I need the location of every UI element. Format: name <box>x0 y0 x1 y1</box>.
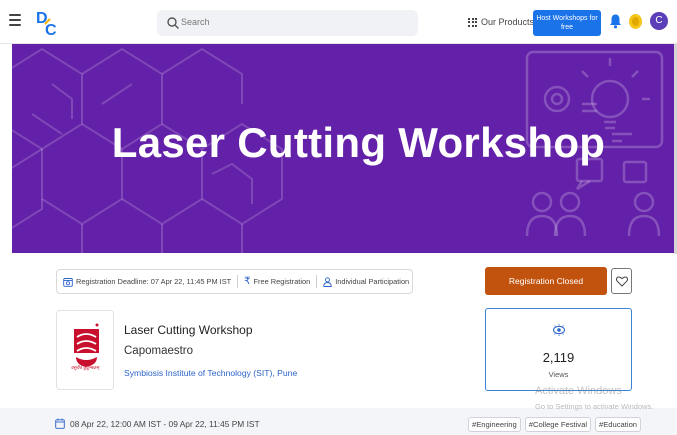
person-icon <box>323 276 332 287</box>
organizer-logo: वसुधैव कुटुम्बकम् <box>56 310 114 390</box>
event-title: Laser Cutting Workshop <box>124 323 253 337</box>
tag-chip[interactable]: #College Festival <box>524 417 592 432</box>
windows-watermark-title: Activate Windows <box>535 385 622 397</box>
svg-text:C: C <box>45 22 57 38</box>
registration-fee: ₹ Free Registration <box>244 276 310 287</box>
tag-list: #Engineering #College Festival #Educatio… <box>468 417 642 432</box>
registration-deadline: Registration Deadline: 07 Apr 22, 11:45 … <box>63 277 231 287</box>
institute-emblem <box>74 323 99 367</box>
logo-caption: वसुधैव कुटुम्बकम् <box>70 366 100 371</box>
search-icon <box>167 17 179 29</box>
organizer-name: Capomaestro <box>124 345 194 357</box>
heart-icon <box>615 275 628 287</box>
tag-chip[interactable]: #Education <box>595 417 642 432</box>
divider <box>316 275 318 288</box>
favorite-button[interactable] <box>611 268 632 294</box>
site-logo[interactable]: D C <box>36 8 60 38</box>
participation-text: Individual Participation <box>335 277 410 286</box>
rupee-icon: ₹ <box>244 276 251 287</box>
registration-deadline-text: Registration Deadline: 07 Apr 22, 11:45 … <box>76 277 232 286</box>
views-label: Views <box>548 370 569 379</box>
tag-chip[interactable]: #Engineering <box>468 417 521 432</box>
views-count: 2,119 <box>542 350 575 365</box>
banner-title: Laser Cutting Workshop <box>111 119 606 166</box>
divider <box>237 275 239 288</box>
search-placeholder: Search <box>181 17 210 27</box>
participation-type: Individual Participation <box>323 276 410 287</box>
views-card: 2,119 Views <box>485 308 632 391</box>
event-dates: 08 Apr 22, 12:00 AM IST - 09 Apr 22, 11:… <box>55 418 260 429</box>
coin-icon[interactable] <box>628 13 643 30</box>
menu-icon[interactable] <box>9 14 21 26</box>
institute-link[interactable]: Symbiosis Institute of Technology (SIT),… <box>124 368 297 378</box>
calendar-clock-icon <box>63 277 73 287</box>
event-dates-text: 08 Apr 22, 12:00 AM IST - 09 Apr 22, 11:… <box>70 418 260 429</box>
avatar[interactable]: C <box>650 12 668 30</box>
calendar-icon <box>55 418 65 429</box>
search-input[interactable]: Search <box>157 10 418 36</box>
bell-icon[interactable] <box>609 13 622 29</box>
registration-fee-text: Free Registration <box>253 277 311 286</box>
eye-icon <box>553 324 565 336</box>
registration-closed-button[interactable]: Registration Closed <box>485 267 607 295</box>
windows-watermark-subtitle: Go to Settings to activate Windows. <box>535 402 654 411</box>
our-products-link[interactable]: Our Products <box>468 14 534 30</box>
event-info-strip: Registration Deadline: 07 Apr 22, 11:45 … <box>56 269 413 294</box>
top-navbar: D C Search Our Products Host Workshops f… <box>0 0 677 44</box>
host-workshops-button[interactable]: Host Workshops for free <box>533 10 601 36</box>
event-banner: Laser Cutting Workshop <box>12 44 675 253</box>
grid-icon <box>468 17 477 27</box>
our-products-label: Our Products <box>481 17 535 27</box>
